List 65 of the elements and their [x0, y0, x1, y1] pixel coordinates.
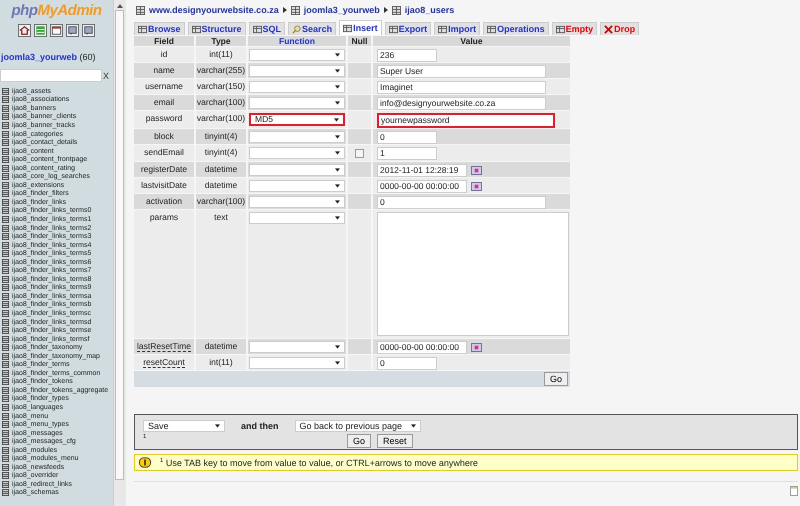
- field-type: text: [214, 212, 228, 222]
- field-type: datetime: [204, 180, 238, 190]
- action-dropdown[interactable]: Save: [143, 420, 225, 432]
- and-then-label: and then: [241, 420, 278, 431]
- field-type: tinyint(4): [204, 131, 238, 141]
- column-header[interactable]: Function: [248, 36, 346, 46]
- field-type: tinyint(4): [204, 147, 238, 157]
- field-name: name: [153, 65, 175, 75]
- field-name: params: [150, 212, 178, 222]
- breadcrumb-link[interactable]: www.designyourwebsite.co.za: [149, 5, 279, 15]
- function-dropdown[interactable]: MD5: [249, 113, 345, 126]
- field-type: datetime: [204, 341, 238, 351]
- value-field[interactable]: 0: [377, 196, 546, 209]
- value-field[interactable]: Super User: [377, 65, 546, 78]
- column-header: Value: [373, 36, 570, 46]
- field-type: varchar(255): [196, 65, 246, 75]
- tab[interactable]: SQL: [248, 22, 286, 35]
- field-name: activation: [146, 196, 182, 206]
- value-field[interactable]: 0: [377, 131, 437, 144]
- field-name: id: [160, 49, 168, 59]
- field-type: varchar(100): [196, 196, 246, 206]
- reset-button[interactable]: Reset: [376, 434, 412, 448]
- field-name: resetCount: [143, 357, 185, 368]
- column-header: Field: [134, 36, 194, 46]
- table-count: (60): [80, 52, 96, 62]
- go-button[interactable]: Go: [544, 372, 568, 386]
- field-name: password: [146, 113, 182, 123]
- field-name: lastvisitDate: [141, 180, 187, 190]
- after-insert-dropdown[interactable]: Go back to previous page: [294, 420, 420, 432]
- field-type: int(11): [209, 49, 233, 59]
- tab[interactable]: Structure: [188, 22, 246, 35]
- value-field[interactable]: 0: [377, 357, 437, 370]
- tab[interactable]: Search: [288, 22, 336, 35]
- value-field[interactable]: yournewpassword: [377, 113, 555, 128]
- value-field[interactable]: 0000-00-00 00:00:00: [377, 341, 467, 354]
- value-field[interactable]: info@designyourwebsite.co.za: [377, 97, 546, 110]
- tab[interactable]: Insert: [339, 20, 382, 35]
- field-type: varchar(100): [196, 97, 246, 107]
- field-name: block: [154, 131, 174, 141]
- field-type: int(11): [209, 357, 233, 367]
- tab[interactable]: Browse: [134, 22, 185, 35]
- tab[interactable]: Export: [384, 22, 432, 35]
- field-type: varchar(100): [196, 113, 246, 123]
- breadcrumb-link[interactable]: ijao8_users: [404, 5, 454, 15]
- value-field[interactable]: 236: [377, 49, 437, 62]
- tab[interactable]: Operations: [483, 22, 549, 35]
- field-name: lastResetTime: [136, 341, 191, 352]
- value-field[interactable]: Imaginet: [377, 81, 546, 94]
- field-name: sendEmail: [144, 147, 184, 157]
- field-type: varchar(150): [196, 81, 246, 91]
- tab[interactable]: Import: [434, 22, 480, 35]
- go-button[interactable]: Go: [346, 434, 371, 448]
- breadcrumb-link[interactable]: joomla3_yourweb: [304, 5, 380, 15]
- column-header: Null: [348, 36, 371, 46]
- column-header: Type: [196, 36, 246, 46]
- value-field[interactable]: 2012-11-01 12:28:19: [377, 164, 467, 177]
- field-type: datetime: [204, 164, 238, 174]
- notice-text: $^{1}$ Use TAB key to move from value to value, or CTRL+arrows to move anywhere: [160, 458, 478, 468]
- field-name: email: [154, 97, 174, 107]
- database-link[interactable]: joomla3_yourweb: [1, 52, 78, 62]
- clear-filter-button[interactable]: X: [102, 69, 110, 82]
- value-field[interactable]: 1: [377, 147, 437, 160]
- field-name: username: [145, 81, 183, 91]
- field-name: registerDate: [140, 164, 188, 174]
- value-field[interactable]: 0000-00-00 00:00:00: [377, 180, 467, 193]
